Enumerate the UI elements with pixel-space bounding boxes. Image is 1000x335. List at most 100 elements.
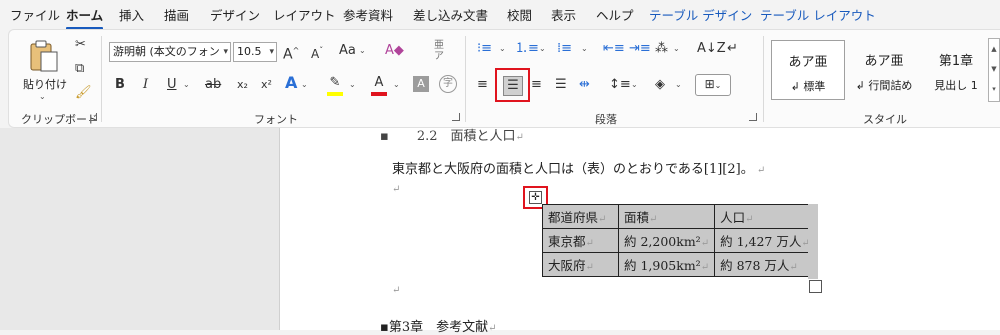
style-name: 見出し 1 <box>934 79 978 92</box>
tab-references[interactable]: 参考資料 <box>343 5 393 24</box>
clear-formatting-icon[interactable]: A◆ <box>385 42 404 60</box>
borders-icon: ⊞ <box>704 77 715 91</box>
cut-icon[interactable]: ✂ <box>75 36 86 54</box>
font-size-combo[interactable]: 10.5 ▾ <box>233 42 277 62</box>
superscript-button[interactable]: x² <box>261 76 272 94</box>
chevron-down-icon[interactable]: ⌄ <box>499 44 506 53</box>
bold-button[interactable]: B <box>115 76 125 94</box>
chevron-down-icon[interactable]: ⌄ <box>539 44 546 53</box>
paragraph-mark: ↵ <box>392 285 401 296</box>
tab-layout[interactable]: レイアウト <box>273 5 336 24</box>
move-handle-icon: ✛ <box>529 191 542 204</box>
clipboard-group-label: クリップボード <box>21 113 98 126</box>
chevron-down-icon[interactable]: ⌄ <box>349 80 356 89</box>
chevron-down-icon[interactable]: ⌄ <box>673 44 680 53</box>
tab-insert[interactable]: 挿入 <box>119 5 144 24</box>
align-left-icon[interactable]: ≡ <box>477 76 488 94</box>
table-cell[interactable]: 約 1,905km²↵ <box>617 252 716 277</box>
tab-help[interactable]: ヘルプ <box>596 5 634 24</box>
style-name: ↲ 行間詰め <box>855 79 913 92</box>
shrink-font-button[interactable]: Aˇ <box>311 42 323 63</box>
clipboard-launcher-icon[interactable] <box>89 113 97 121</box>
grow-font-button[interactable]: A^ <box>283 42 299 64</box>
subscript-button[interactable]: x₂ <box>237 76 248 94</box>
font-color-label: A <box>374 75 384 90</box>
table-cell[interactable]: 約 1,427 万人↵ <box>714 228 816 253</box>
enclose-characters-button[interactable]: 字 <box>439 75 457 93</box>
numbering-icon[interactable]: ⒈≡ <box>515 40 539 58</box>
styles-scroll[interactable]: ▲ ▼ ▾ <box>988 38 1000 102</box>
tab-home[interactable]: ホーム <box>66 5 104 30</box>
paste-dropdown-icon[interactable]: ⌄ <box>39 92 46 101</box>
ribbon-tabs: ファイル ホーム 挿入 描画 デザイン レイアウト 参考資料 差し込み文書 校閲… <box>0 0 1000 30</box>
highlighter-icon: ✎ <box>329 75 341 90</box>
chevron-down-icon[interactable]: ⌄ <box>581 44 588 53</box>
tab-review[interactable]: 校閲 <box>507 5 532 24</box>
chevron-down-icon[interactable]: ⌄ <box>301 80 308 89</box>
copy-icon[interactable]: ⧉ <box>75 60 84 78</box>
show-marks-icon[interactable]: ↵ <box>727 40 738 58</box>
justify-icon[interactable]: ☰ <box>555 76 567 94</box>
chevron-down-icon[interactable]: ⌄ <box>183 80 190 89</box>
style-normal[interactable]: あア亜 ↲ 標準 <box>771 40 845 100</box>
divider <box>763 36 764 122</box>
paste-label: 貼り付け <box>23 78 67 91</box>
underline-button[interactable]: U <box>167 76 177 94</box>
asian-layout-icon[interactable]: ⁂ <box>655 40 668 58</box>
table-cell[interactable]: 東京都↵ <box>542 228 619 253</box>
chevron-down-icon[interactable]: ⌄ <box>359 46 366 55</box>
chevron-down-icon[interactable]: ⌄ <box>393 80 400 89</box>
style-no-spacing[interactable]: あア亜 ↲ 行間詰め <box>847 40 921 100</box>
table-cell[interactable]: 約 878 万人↵ <box>714 252 816 277</box>
tab-table-design[interactable]: テーブル デザイン <box>649 5 752 24</box>
document-page[interactable]: ▪ 2.2 面積と人口↵ 東京都と大阪府の面積と人口は（表）のとおりである[1][… <box>279 128 1000 335</box>
table-row: 大阪府↵ 約 1,905km²↵ 約 878 万人↵ <box>542 252 816 277</box>
increase-indent-icon[interactable]: ⇥≡ <box>629 40 651 58</box>
sort-icon[interactable]: A↓Z <box>697 40 726 58</box>
phonetic-guide-icon[interactable]: 亜ア <box>434 40 444 62</box>
line-spacing-icon[interactable]: ↕≡ <box>609 76 631 94</box>
paste-button[interactable]: 貼り付け ⌄ <box>19 38 69 102</box>
change-case-button[interactable]: Aa <box>339 42 356 60</box>
multilevel-list-icon[interactable]: ⁞≡ <box>557 40 572 58</box>
style-heading-1[interactable]: 第1章 見出し 1 <box>919 40 993 100</box>
format-painter-icon[interactable]: 🖌 <box>75 84 92 102</box>
table-cell[interactable]: 約 2,200km²↵ <box>617 228 716 253</box>
align-center-highlight <box>495 68 530 102</box>
font-name-combo[interactable]: 游明朝 (本文のフォン ▾ <box>109 42 231 62</box>
document-margin <box>0 128 279 330</box>
distributed-icon[interactable]: ⇹ <box>579 76 590 94</box>
table-cell[interactable]: 都道府県↵ <box>542 204 619 229</box>
paragraph-launcher-icon[interactable] <box>749 113 757 121</box>
highlight-button[interactable]: ✎ <box>327 74 343 96</box>
font-color-button[interactable]: A <box>371 74 387 96</box>
data-table[interactable]: 都道府県↵ 面積↵ 人口↵ 東京都↵ 約 2,200km²↵ 約 1,427 万… <box>542 204 816 277</box>
tab-design[interactable]: デザイン <box>210 5 260 24</box>
style-name: ↲ 標準 <box>790 80 826 93</box>
tab-draw[interactable]: 描画 <box>164 5 189 24</box>
italic-button[interactable]: I <box>143 76 148 94</box>
tab-mailings[interactable]: 差し込み文書 <box>413 5 488 24</box>
chevron-down-icon[interactable]: ⌄ <box>631 80 638 89</box>
strikethrough-button[interactable]: ab <box>205 76 221 94</box>
row-end-markers <box>808 204 818 279</box>
shading-icon[interactable]: ◈ <box>655 76 665 94</box>
chevron-down-icon[interactable]: ⌄ <box>675 80 682 89</box>
table-cell[interactable]: 人口↵ <box>714 204 816 229</box>
highlight-swatch <box>327 92 343 96</box>
align-right-icon[interactable]: ≡ <box>531 76 542 94</box>
table-cell[interactable]: 面積↵ <box>617 204 716 229</box>
font-launcher-icon[interactable] <box>452 113 460 121</box>
bullets-icon[interactable]: ⁝≡ <box>477 40 492 58</box>
table-cell[interactable]: 大阪府↵ <box>542 252 619 277</box>
ribbon-home: 貼り付け ⌄ ✂ ⧉ 🖌 クリップボード 游明朝 (本文のフォン ▾ 10.5 ▾ … <box>8 29 1000 128</box>
tab-view[interactable]: 表示 <box>551 5 576 24</box>
borders-button[interactable]: ⊞⌄ <box>695 74 731 96</box>
table-resize-handle[interactable] <box>809 280 822 293</box>
tab-file[interactable]: ファイル <box>10 5 60 24</box>
character-shading-button[interactable]: A <box>413 76 429 92</box>
table-row: 東京都↵ 約 2,200km²↵ 約 1,427 万人↵ <box>542 228 816 253</box>
tab-table-layout[interactable]: テーブル レイアウト <box>760 5 876 24</box>
decrease-indent-icon[interactable]: ⇤≡ <box>603 40 625 58</box>
text-effects-button[interactable]: A <box>285 74 297 92</box>
